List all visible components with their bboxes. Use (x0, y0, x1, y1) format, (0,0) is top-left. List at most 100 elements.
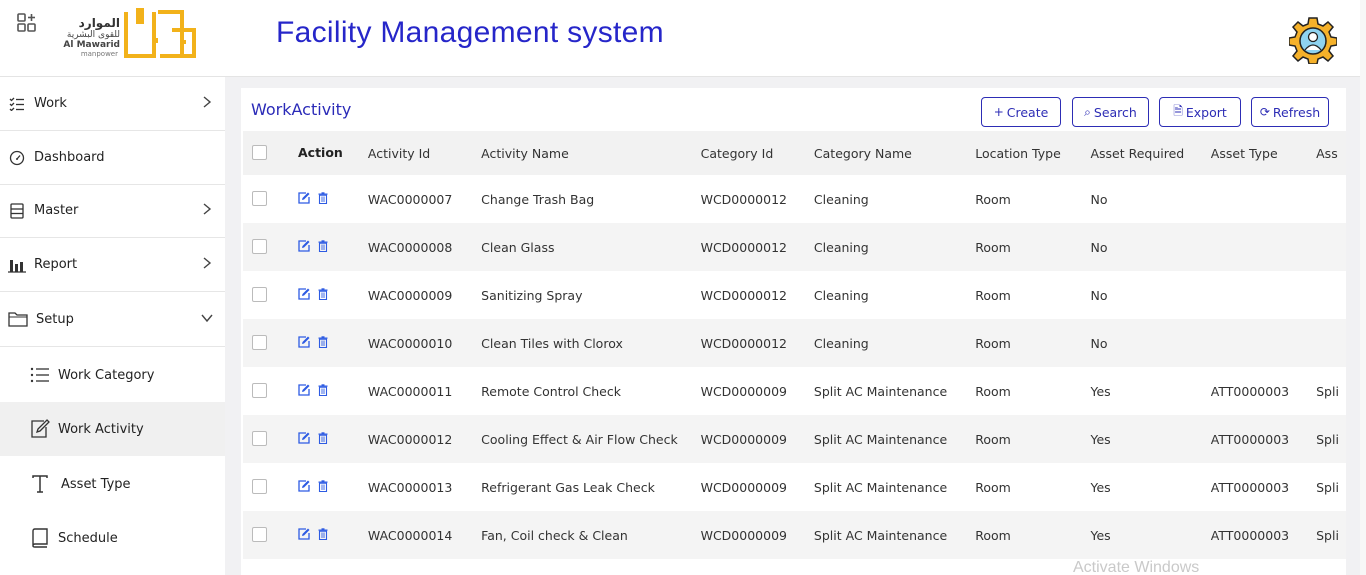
cell-activity-name: Clean Glass (481, 223, 701, 271)
edit-icon[interactable] (298, 336, 310, 351)
delete-icon[interactable] (318, 384, 328, 399)
select-all-checkbox[interactable] (252, 145, 267, 160)
user-settings-avatar[interactable] (1288, 16, 1338, 65)
cell-asset-name: Spli (1316, 383, 1339, 399)
cell-category-name: Cleaning (813, 319, 976, 367)
row-checkbox[interactable] (252, 383, 267, 398)
edit-icon[interactable] (298, 240, 310, 255)
sidebar-subitem-label: Work Category (58, 367, 155, 383)
chevron-right-icon (202, 95, 212, 109)
cell-asset-required: Yes (1090, 415, 1211, 463)
cell-asset-type: ATT0000003 (1210, 479, 1290, 495)
cell-asset-name (1316, 223, 1346, 271)
apps-grid-icon[interactable] (17, 13, 37, 33)
delete-icon[interactable] (318, 288, 328, 303)
activate-windows-watermark: Activate Windows (1073, 559, 1200, 575)
delete-icon[interactable] (318, 192, 328, 207)
delete-icon[interactable] (318, 480, 328, 495)
row-checkbox[interactable] (252, 191, 267, 206)
edit-icon[interactable] (298, 384, 310, 399)
header-activity-id[interactable]: Activity Id (367, 131, 482, 175)
logo-english: Al Mawarid (63, 40, 120, 50)
row-action-cell (243, 175, 368, 223)
sidebar-item-label: Report (34, 257, 78, 272)
sidebar-item-dashboard[interactable]: Dashboard (0, 131, 225, 185)
header-location-type[interactable]: Location Type (975, 131, 1091, 175)
edit-icon[interactable] (298, 480, 310, 495)
row-checkbox[interactable] (252, 527, 267, 542)
header-asset-required[interactable]: Asset Required (1090, 131, 1211, 175)
table-row[interactable]: WAC0000010 Clean Tiles with Clorox WCD0000… (243, 319, 1346, 367)
cell-activity-name: Clean Tiles with Clorox (481, 319, 701, 367)
edit-icon (29, 418, 51, 440)
table-row[interactable]: WAC0000007 Change Trash Bag WCD0000012 Clea… (243, 175, 1346, 223)
sidebar-item-report[interactable]: Report (0, 238, 225, 292)
delete-icon[interactable] (318, 432, 328, 447)
sidebar-subitem-label: Work Activity (58, 421, 144, 437)
table-row[interactable]: WAC0000014 Fan, Coil check & Clean WCD0000… (243, 511, 1346, 559)
sidebar-item-setup[interactable]: Setup (0, 292, 225, 347)
table-row[interactable]: WAC0000012 Cooling Effect & Air Flow Chec… (243, 415, 1346, 463)
cell-asset-name (1316, 319, 1346, 367)
edit-icon[interactable] (298, 528, 310, 543)
file-icon: 🗎 (1173, 103, 1183, 118)
cell-activity-name: Remote Control Check (481, 383, 621, 399)
table-row[interactable]: WAC0000009 Sanitizing Spray WCD0000012 Clea… (243, 271, 1346, 319)
cell-location-type: Room (975, 287, 1011, 303)
row-checkbox[interactable] (252, 479, 267, 494)
cell-asset-required: Yes (1090, 383, 1111, 399)
logo-arabic: الموارد (78, 16, 120, 30)
scrollbar[interactable] (1360, 0, 1366, 575)
cell-activity-id: WAC0000013 (367, 479, 453, 495)
sidebar-subitem-asset-type[interactable]: Asset Type (0, 457, 225, 511)
cell-category-id: WCD0000012 (700, 191, 787, 207)
edit-icon[interactable] (298, 288, 310, 303)
create-button-label: Create (1006, 104, 1049, 120)
table-row[interactable]: WAC0000011 Remote Control Check WCD0000009… (243, 367, 1346, 415)
sidebar-item-work[interactable]: Work (0, 77, 225, 131)
cell-location-type: Room (975, 415, 1091, 463)
sidebar-subitem-work-category[interactable]: Work Category (0, 348, 225, 402)
refresh-icon: ⟳ (1259, 105, 1270, 119)
delete-icon[interactable] (318, 240, 328, 255)
table-row[interactable]: WAC0000008 Clean Glass WCD0000012 Cleaning R… (243, 223, 1346, 271)
create-button[interactable]: + Create (981, 97, 1061, 127)
edit-icon[interactable] (298, 432, 310, 447)
sidebar-item-master[interactable]: Master (0, 184, 225, 238)
cell-location-type: Room (975, 191, 1011, 207)
row-action-cell (243, 415, 368, 463)
header-category-id[interactable]: Category Id (700, 131, 814, 175)
row-checkbox[interactable] (252, 335, 267, 350)
page-title: Facility Management system (276, 16, 664, 49)
header-category-name[interactable]: Category Name (813, 131, 976, 175)
search-icon: ⌕ (1084, 104, 1091, 119)
row-checkbox[interactable] (252, 287, 267, 302)
cell-activity-name: Cooling Effect & Air Flow Check (481, 415, 701, 463)
cell-asset-type: ATT0000003 (1210, 415, 1317, 463)
header-activity-name[interactable]: Activity Name (481, 131, 701, 175)
row-checkbox[interactable] (252, 239, 267, 254)
cell-category-id: WCD0000012 (700, 287, 787, 303)
delete-icon[interactable] (318, 528, 328, 543)
row-action-cell (243, 463, 368, 511)
row-action-cell (243, 223, 368, 271)
row-checkbox[interactable] (252, 431, 267, 446)
edit-icon[interactable] (298, 192, 310, 207)
export-button[interactable]: 🗎 Export (1159, 97, 1241, 127)
sidebar-subitem-work-activity[interactable]: Work Activity (0, 402, 225, 456)
header-asset-name[interactable]: Ass (1316, 131, 1346, 175)
cell-category-name: Cleaning (813, 223, 976, 271)
table-header-row: Action Activity Id Activity Name Categor… (243, 131, 1346, 175)
delete-icon[interactable] (318, 336, 328, 351)
logo-arabic-sub: للقوى البشرية (66, 30, 120, 40)
cell-asset-type (1211, 271, 1316, 319)
cell-category-id: WCD0000009 (700, 511, 814, 559)
search-button[interactable]: ⌕ Search (1072, 97, 1149, 127)
chevron-right-icon (202, 202, 212, 216)
header-asset-type[interactable]: Asset Type (1210, 131, 1317, 175)
sidebar-item-label: Master (34, 203, 79, 218)
table-row[interactable]: WAC0000013 Refrigerant Gas Leak Check WCD0… (243, 463, 1346, 511)
refresh-button[interactable]: ⟳ Refresh (1251, 97, 1329, 127)
cell-activity-id: WAC0000009 (367, 287, 453, 303)
sidebar-subitem-schedule[interactable]: Schedule (0, 511, 225, 565)
